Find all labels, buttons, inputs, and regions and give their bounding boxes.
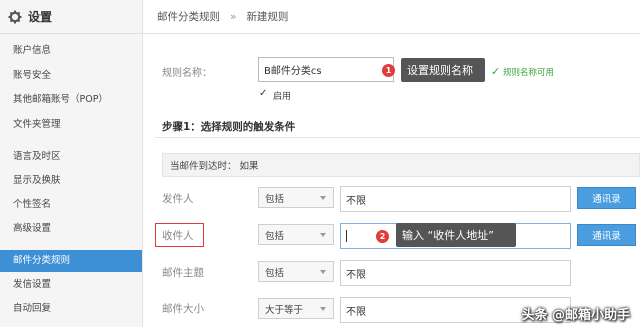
divider <box>155 137 640 138</box>
chevron-down-icon <box>320 269 326 274</box>
subject-operator-select[interactable]: 包括 <box>258 261 334 282</box>
size-label: 邮件大小 <box>162 303 204 315</box>
breadcrumb: 邮件分类规则 » 新建规则 <box>143 0 640 34</box>
sender-input[interactable]: 不限 <box>340 186 571 212</box>
sender-operator-value: 包括 <box>265 193 285 205</box>
subject-label: 邮件主题 <box>162 267 204 279</box>
callout-badge-1: 1 <box>382 64 395 77</box>
sender-address-book-button[interactable]: 通讯录 <box>577 187 636 209</box>
sender-value: 不限 <box>346 195 366 207</box>
check-icon: ✓ <box>491 65 501 78</box>
step1-title: 步骤1：选择规则的触发条件 <box>162 121 296 133</box>
sidebar-item-pop-accounts[interactable]: 其他邮箱账号（POP） <box>0 89 142 111</box>
rule-name-input[interactable]: B邮件分类cs <box>258 57 394 82</box>
subject-input[interactable]: 不限 <box>340 260 571 286</box>
sidebar-item-auto-reply[interactable]: 自动回复 <box>0 298 142 320</box>
breadcrumb-separator: » <box>230 10 237 23</box>
subject-value: 不限 <box>346 269 366 281</box>
chevron-down-icon <box>320 195 326 200</box>
callout-set-rule-name: 设置规则名称 <box>401 58 485 82</box>
sidebar-item-signature[interactable]: 个性签名 <box>0 194 142 216</box>
condition-bar-text: 当邮件到达时： 如果 <box>170 161 259 172</box>
watermark: 头条 @邮箱小助手 <box>521 308 630 323</box>
chevron-down-icon <box>320 306 326 311</box>
breadcrumb-current: 新建规则 <box>246 11 289 23</box>
rule-name-label: 规则名称： <box>162 68 212 79</box>
recipient-operator-select[interactable]: 包括 <box>258 224 334 245</box>
subject-operator-value: 包括 <box>265 267 285 279</box>
sidebar-item-folder-management[interactable]: 文件夹管理 <box>0 114 142 136</box>
sidebar-item-language-timezone[interactable]: 语言及时区 <box>0 146 142 168</box>
recipient-address-book-button[interactable]: 通讯录 <box>577 224 636 246</box>
recipient-label: 收件人 <box>162 230 194 242</box>
chevron-down-icon <box>320 232 326 237</box>
sender-operator-select[interactable]: 包括 <box>258 187 334 208</box>
sidebar-item-account-info[interactable]: 账户信息 <box>0 40 142 62</box>
rule-name-valid-text: 规则名称可用 <box>503 68 555 78</box>
recipient-operator-value: 包括 <box>265 230 285 242</box>
sender-label: 发件人 <box>162 193 194 205</box>
sidebar-header: 设置 <box>0 0 142 34</box>
enable-label: 启用 <box>273 92 292 102</box>
gear-icon <box>8 10 22 23</box>
sidebar-item-advanced[interactable]: 高级设置 <box>0 218 142 240</box>
size-operator-value: 大于等于 <box>265 304 304 316</box>
sidebar-item-account-security[interactable]: 账号安全 <box>0 65 142 87</box>
condition-bar: 当邮件到达时： 如果 <box>162 153 640 177</box>
breadcrumb-parent-link[interactable]: 邮件分类规则 <box>157 9 220 24</box>
text-cursor <box>346 230 347 242</box>
sidebar-item-display-skin[interactable]: 显示及换肤 <box>0 170 142 192</box>
callout-enter-recipient: 输入 “收件人地址” <box>396 223 516 247</box>
sidebar-item-send-settings[interactable]: 发信设置 <box>0 274 142 296</box>
rule-name-value: B邮件分类cs <box>264 66 322 77</box>
sidebar-title: 设置 <box>28 10 53 24</box>
sidebar-item-mail-rules[interactable]: 邮件分类规则 <box>0 250 142 272</box>
size-value: 不限 <box>346 306 366 318</box>
enable-checkbox[interactable]: ✓ <box>259 88 267 99</box>
settings-sidebar: 设置 账户信息 账号安全 其他邮箱账号（POP） 文件夹管理 语言及时区 显示及… <box>0 0 143 327</box>
callout-badge-2: 2 <box>376 230 389 243</box>
size-operator-select[interactable]: 大于等于 <box>258 298 334 319</box>
